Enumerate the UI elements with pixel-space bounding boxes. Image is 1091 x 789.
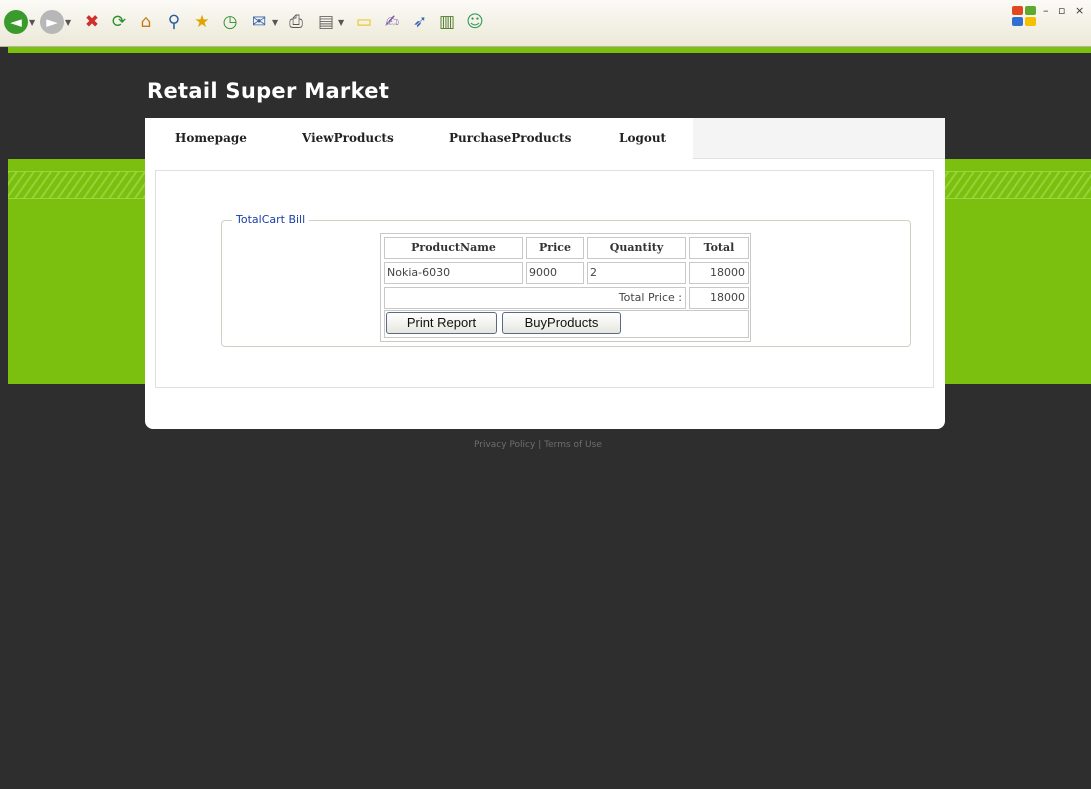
header-price: Price bbox=[526, 237, 584, 259]
stop-icon[interactable]: ✖ bbox=[80, 10, 104, 34]
nav-view-products[interactable]: ViewProducts bbox=[302, 131, 394, 145]
site-title: Retail Super Market bbox=[147, 79, 390, 103]
forward-dropdown-icon[interactable]: ▼ bbox=[65, 18, 71, 27]
terms-of-use-link[interactable]: Terms of Use bbox=[544, 440, 602, 450]
nav-purchase-products[interactable]: PurchaseProducts bbox=[449, 131, 571, 145]
window-controls[interactable]: – ▫ × bbox=[1043, 4, 1087, 17]
history-icon[interactable]: ◷ bbox=[218, 10, 242, 34]
home-icon[interactable]: ⌂ bbox=[134, 10, 158, 34]
search-icon[interactable]: ⚲ bbox=[162, 10, 186, 34]
edit-icon[interactable]: ▤ bbox=[314, 10, 338, 34]
mail-dropdown-icon[interactable]: ▼ bbox=[272, 18, 278, 27]
print-icon[interactable]: ⎙ bbox=[284, 10, 308, 34]
favorites-icon[interactable]: ★ bbox=[190, 10, 214, 34]
cell-total: 18000 bbox=[689, 262, 749, 284]
cell-quantity: 2 bbox=[587, 262, 686, 284]
footer-separator: | bbox=[538, 440, 542, 450]
main-panel: Homepage ViewProducts PurchaseProducts L… bbox=[145, 118, 945, 429]
messenger-icon[interactable]: ✍ bbox=[380, 10, 404, 34]
total-price-label: Total Price : bbox=[384, 287, 686, 309]
buy-products-button[interactable]: BuyProducts bbox=[502, 312, 621, 334]
note-icon[interactable]: ▭ bbox=[352, 10, 376, 34]
nav-bar: Homepage ViewProducts PurchaseProducts L… bbox=[145, 118, 945, 159]
forward-icon[interactable]: ► bbox=[40, 10, 64, 34]
print-report-button[interactable]: Print Report bbox=[386, 312, 497, 334]
fieldset-legend: TotalCart Bill bbox=[232, 213, 310, 226]
cell-price: 9000 bbox=[526, 262, 584, 284]
refresh-icon[interactable]: ⟳ bbox=[107, 10, 131, 34]
back-icon[interactable]: ◄ bbox=[4, 10, 28, 34]
users-icon[interactable]: ☺ bbox=[463, 10, 487, 34]
content-box: TotalCart Bill ProductName Price Quantit… bbox=[155, 170, 934, 388]
cart-table: ProductName Price Quantity Total Nokia-6… bbox=[380, 233, 751, 342]
header-product-name: ProductName bbox=[384, 237, 523, 259]
cell-product-name: Nokia-6030 bbox=[384, 262, 523, 284]
header-total: Total bbox=[689, 237, 749, 259]
header-green-line bbox=[8, 47, 1091, 53]
windows-logo-icon bbox=[1012, 6, 1038, 28]
web-page: Retail Super Market Homepage ViewProduct… bbox=[8, 47, 1091, 789]
total-cart-bill-fieldset: TotalCart Bill ProductName Price Quantit… bbox=[221, 213, 911, 347]
stats-icon[interactable]: ▥ bbox=[435, 10, 459, 34]
privacy-policy-link[interactable]: Privacy Policy bbox=[474, 440, 535, 450]
research-icon[interactable]: ➶ bbox=[408, 10, 432, 34]
edit-dropdown-icon[interactable]: ▼ bbox=[338, 18, 344, 27]
footer-links: Privacy Policy | Terms of Use bbox=[474, 440, 602, 450]
back-dropdown-icon[interactable]: ▼ bbox=[29, 18, 35, 27]
nav-logout[interactable]: Logout bbox=[619, 131, 666, 145]
browser-toolbar: ◄ ▼ ► ▼ ✖ ⟳ ⌂ ⚲ ★ ◷ ✉ ▼ ⎙ ▤ ▼ ▭ ✍ ➶ ▥ ☺ … bbox=[0, 0, 1091, 47]
total-price-value: 18000 bbox=[689, 287, 749, 309]
nav-items: Homepage ViewProducts PurchaseProducts L… bbox=[145, 118, 693, 159]
mail-icon[interactable]: ✉ bbox=[247, 10, 271, 34]
nav-homepage[interactable]: Homepage bbox=[175, 131, 247, 145]
header-quantity: Quantity bbox=[587, 237, 686, 259]
